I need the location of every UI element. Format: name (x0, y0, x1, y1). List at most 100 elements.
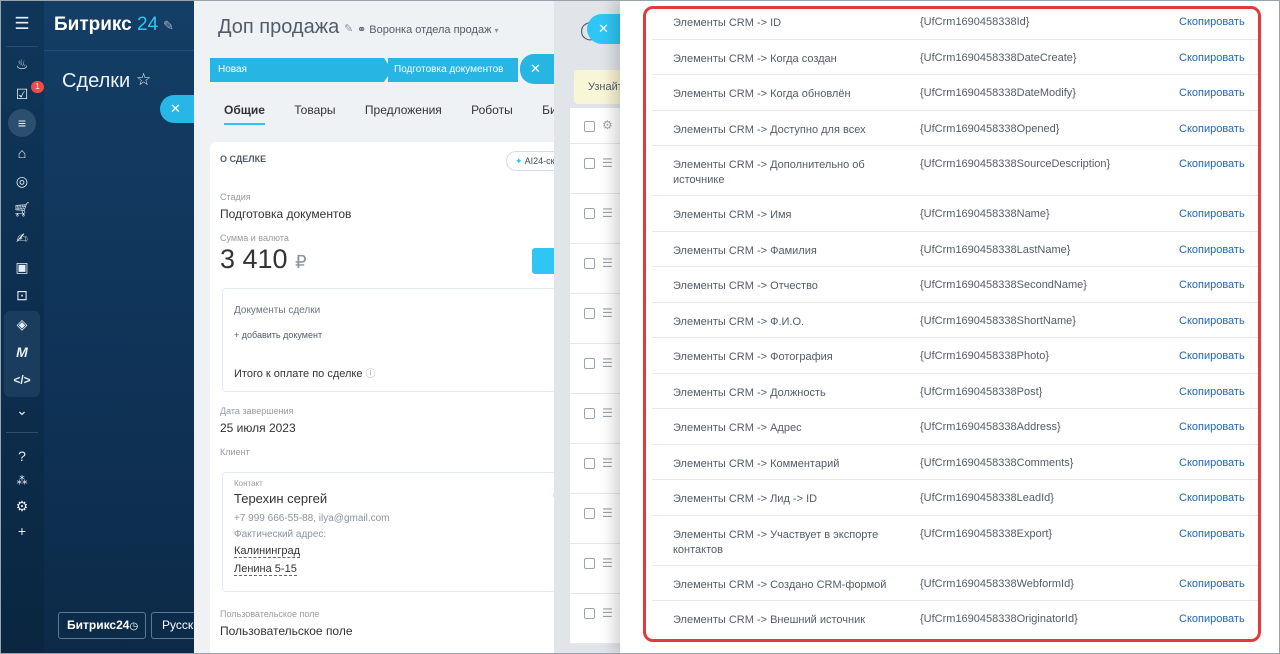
box-icon[interactable]: ◈ (12, 314, 32, 334)
copy-link[interactable]: Скопировать (1179, 386, 1245, 398)
pay-button[interactable] (532, 248, 554, 274)
table-row: Элементы CRM -> Доступно для всех {UfCrm1… (652, 111, 1258, 146)
copy-link[interactable]: Скопировать (1179, 52, 1245, 64)
row-menu-icon[interactable]: ☰ (602, 356, 613, 370)
row-menu-icon[interactable]: ☰ (602, 256, 613, 270)
marketing-icon[interactable]: M (12, 342, 32, 362)
street-link[interactable]: Ленина 5-15 (234, 563, 297, 576)
row-menu-icon[interactable]: ☰ (602, 556, 613, 570)
copy-link[interactable]: Скопировать (1179, 158, 1245, 170)
settings-icon[interactable]: ⚙ (12, 496, 32, 516)
contact-phone-email[interactable]: +7 999 666-55-88, ilya@gmail.com (234, 513, 390, 524)
list-item: ☰ (570, 544, 620, 594)
row-menu-icon[interactable]: ☰ (602, 156, 613, 170)
field-code: {UfCrm1690458338Post} (920, 385, 1043, 398)
help-icon[interactable]: ? (12, 446, 32, 466)
copy-link[interactable]: Скопировать (1179, 350, 1245, 362)
tab-products[interactable]: Товары (294, 103, 335, 117)
more-icon[interactable]: ⌄ (12, 400, 32, 420)
row-menu-icon[interactable]: ☰ (602, 306, 613, 320)
info-banner: Узнайте (574, 70, 620, 104)
star-icon[interactable]: ☆ (136, 70, 151, 90)
contact-label: Контакт (234, 479, 263, 488)
copy-link[interactable]: Скопировать (1179, 457, 1245, 469)
language-button[interactable]: Русский (151, 612, 195, 639)
copy-link[interactable]: Скопировать (1179, 613, 1245, 625)
copy-link[interactable]: Скопировать (1179, 315, 1245, 327)
copy-link[interactable]: Скопировать (1179, 279, 1245, 291)
code-icon[interactable]: </> (12, 370, 32, 390)
copy-link[interactable]: Скопировать (1179, 87, 1245, 99)
row-checkbox[interactable] (584, 258, 595, 269)
copy-link[interactable]: Скопировать (1179, 492, 1245, 504)
close-date-label: Дата завершения (220, 406, 294, 416)
stage-new[interactable]: Новая (210, 58, 392, 82)
row-checkbox[interactable] (584, 308, 595, 319)
funnel-selector[interactable]: ⚭ Воронка отдела продаж ▾ (357, 23, 499, 36)
info-icon[interactable]: ⓘ (366, 369, 376, 380)
crm-icon[interactable]: ≡ (8, 109, 36, 137)
section-header: О СДЕЛКЕ (220, 154, 267, 164)
gear-icon[interactable]: ⚙ (602, 118, 613, 132)
chevron-down-icon: ▾ (494, 26, 499, 35)
ai-button[interactable]: ✦ AI24-ск (506, 151, 554, 171)
cart-icon[interactable]: 🛒︎ (12, 199, 32, 219)
tab-robots[interactable]: Роботы (471, 103, 513, 117)
target-icon[interactable]: ◎ (12, 171, 32, 191)
bitrix-logo[interactable]: Битрикс 24 (54, 14, 158, 36)
add-document-link[interactable]: + добавить документ (234, 330, 322, 340)
row-checkbox[interactable] (584, 208, 595, 219)
row-checkbox[interactable] (584, 358, 595, 369)
row-checkbox[interactable] (584, 458, 595, 469)
row-checkbox[interactable] (584, 408, 595, 419)
row-menu-icon[interactable]: ☰ (602, 606, 613, 620)
copy-link[interactable]: Скопировать (1179, 123, 1245, 135)
copy-link[interactable]: Скопировать (1179, 16, 1245, 28)
footer-brand-button[interactable]: Битрикс24◷ (58, 612, 146, 639)
copy-link[interactable]: Скопировать (1179, 528, 1245, 540)
feed-icon[interactable]: ♨ (12, 54, 32, 74)
row-menu-icon[interactable]: ☰ (602, 406, 613, 420)
tasks-icon[interactable]: ☑ (12, 84, 32, 104)
edit-logo-icon[interactable]: ✎ (163, 18, 174, 34)
sign-icon[interactable]: ✍︎ (12, 228, 32, 248)
close-slider-icon[interactable]: ✕ (587, 14, 621, 44)
sum-value: 3 410 ₽ (220, 244, 307, 275)
row-menu-icon[interactable]: ☰ (602, 456, 613, 470)
row-checkbox[interactable] (584, 558, 595, 569)
copy-link[interactable]: Скопировать (1179, 208, 1245, 220)
copy-link[interactable]: Скопировать (1179, 244, 1245, 256)
menu-icon[interactable]: ☰ (12, 14, 32, 34)
row-menu-icon[interactable]: ☰ (602, 506, 613, 520)
robot-icon[interactable]: ⊡ (12, 285, 32, 305)
table-row: Элементы CRM -> Лид -> ID {UfCrm169045833… (652, 480, 1258, 516)
pencil-icon[interactable]: ✎ (344, 22, 353, 35)
total-label: Итого к оплате по сделке ⓘ (234, 365, 376, 380)
tab-bp[interactable]: Бизнес-процессы (542, 103, 554, 117)
table-row: Элементы CRM -> Внешний источник {UfCrm16… (652, 601, 1258, 637)
stage-documents[interactable]: Подготовка документов (388, 58, 518, 82)
list-item: ☰ (570, 494, 620, 544)
row-checkbox[interactable] (584, 508, 595, 519)
company-icon[interactable]: ⌂ (12, 143, 32, 163)
tab-offers[interactable]: Предложения (365, 103, 442, 117)
close-icon[interactable]: ✕ (520, 54, 554, 84)
row-checkbox[interactable] (584, 608, 595, 619)
tab-general[interactable]: Общие (224, 103, 265, 125)
network-icon[interactable]: ⁂ (12, 471, 32, 491)
row-checkbox[interactable] (584, 158, 595, 169)
city-link[interactable]: Калининград (234, 545, 301, 558)
add-icon[interactable]: + (12, 521, 32, 541)
contact-name[interactable]: Терехин сергей (234, 491, 327, 506)
row-menu-icon[interactable]: ☰ (602, 206, 613, 220)
stage-value: Подготовка документов (220, 207, 352, 221)
deal-title: Доп продажа (218, 16, 340, 38)
tasks-badge: 1 (31, 81, 44, 93)
close-icon[interactable]: ✕ (160, 95, 196, 123)
copy-link[interactable]: Скопировать (1179, 578, 1245, 590)
select-all-checkbox[interactable] (584, 121, 595, 132)
table-row: Элементы CRM -> Дополнительно об источни… (652, 146, 1258, 196)
table-row: Элементы CRM -> Отчество {UfCrm1690458338… (652, 267, 1258, 303)
copy-link[interactable]: Скопировать (1179, 421, 1245, 433)
contacts-icon[interactable]: ▣ (12, 257, 32, 277)
